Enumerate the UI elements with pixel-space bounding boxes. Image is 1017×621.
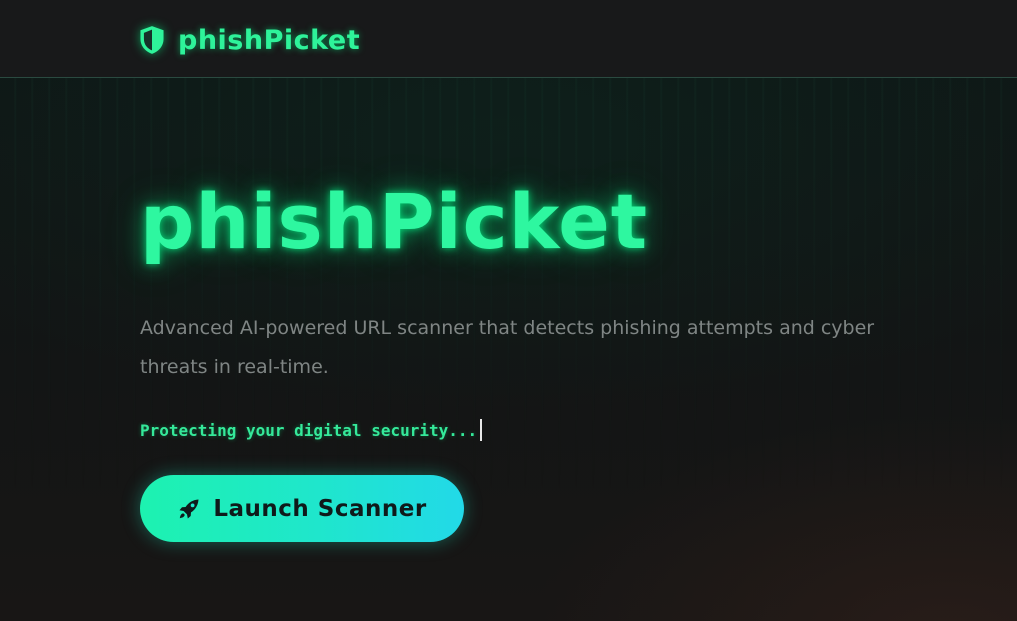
rocket-icon bbox=[179, 499, 199, 518]
typing-text: Protecting your digital security... bbox=[140, 420, 478, 440]
top-navbar: phishPicket bbox=[0, 0, 1017, 78]
brand-name: phishPicket bbox=[178, 24, 361, 56]
brand-link[interactable]: phishPicket bbox=[138, 22, 360, 58]
hero-section: phishPicket Advanced AI-powered URL scan… bbox=[0, 78, 1017, 621]
shield-icon bbox=[140, 26, 164, 54]
typing-tagline: Protecting your digital security... bbox=[140, 418, 483, 442]
hero-title: phishPicket bbox=[140, 177, 649, 266]
launch-scanner-button[interactable]: Launch Scanner bbox=[140, 475, 464, 542]
launch-scanner-label: Launch Scanner bbox=[213, 495, 427, 522]
hero-description: Advanced AI-powered URL scanner that det… bbox=[140, 317, 875, 378]
typing-cursor bbox=[480, 419, 483, 441]
